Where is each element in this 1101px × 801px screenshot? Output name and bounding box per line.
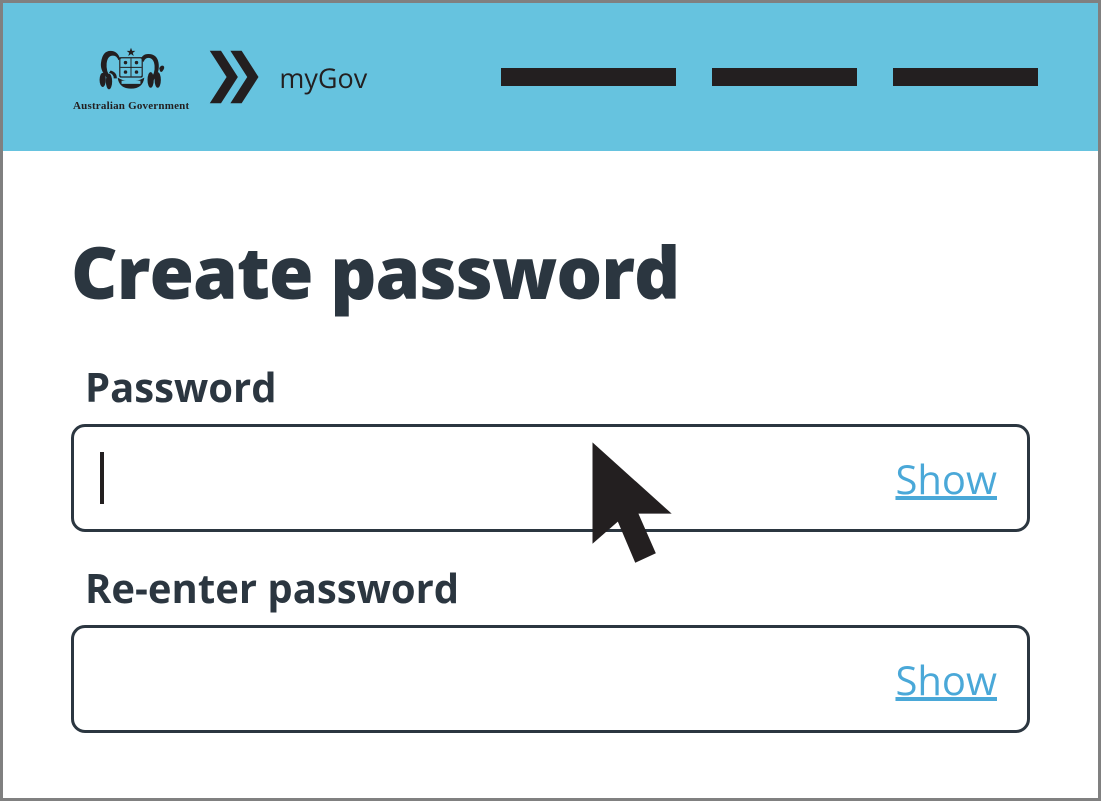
app-frame: Australian Government myGov Create passw… — [0, 0, 1101, 801]
reenter-input-wrap[interactable]: Show — [71, 625, 1030, 733]
header-left: Australian Government myGov — [73, 43, 367, 112]
password-input[interactable] — [114, 427, 895, 529]
main-content: Create password Password Show Re-enter p… — [3, 151, 1098, 733]
nav-placeholder-1 — [501, 68, 676, 86]
mygov-text: myGov — [279, 59, 367, 96]
page-title: Create password — [71, 223, 1030, 321]
show-reenter-link[interactable]: Show — [895, 652, 997, 707]
text-caret — [100, 452, 104, 504]
reenter-password-input[interactable] — [96, 628, 895, 730]
nav-placeholder-3 — [893, 68, 1038, 86]
reenter-field-group: Re-enter password Show — [71, 560, 1030, 733]
password-field-group: Password Show — [71, 359, 1030, 532]
show-password-link[interactable]: Show — [895, 451, 997, 506]
password-input-wrap[interactable]: Show — [71, 424, 1030, 532]
coat-of-arms-icon — [90, 43, 172, 98]
nav-placeholder-2 — [712, 68, 857, 86]
australian-government-logo: Australian Government — [73, 43, 189, 112]
gov-label: Australian Government — [73, 100, 189, 112]
mygov-logo: myGov — [207, 47, 367, 107]
header-nav-placeholder — [501, 68, 1038, 86]
site-header: Australian Government myGov — [3, 3, 1098, 151]
reenter-label: Re-enter password — [85, 560, 1030, 615]
mygov-chevron-icon — [207, 47, 265, 107]
password-label: Password — [85, 359, 1030, 414]
